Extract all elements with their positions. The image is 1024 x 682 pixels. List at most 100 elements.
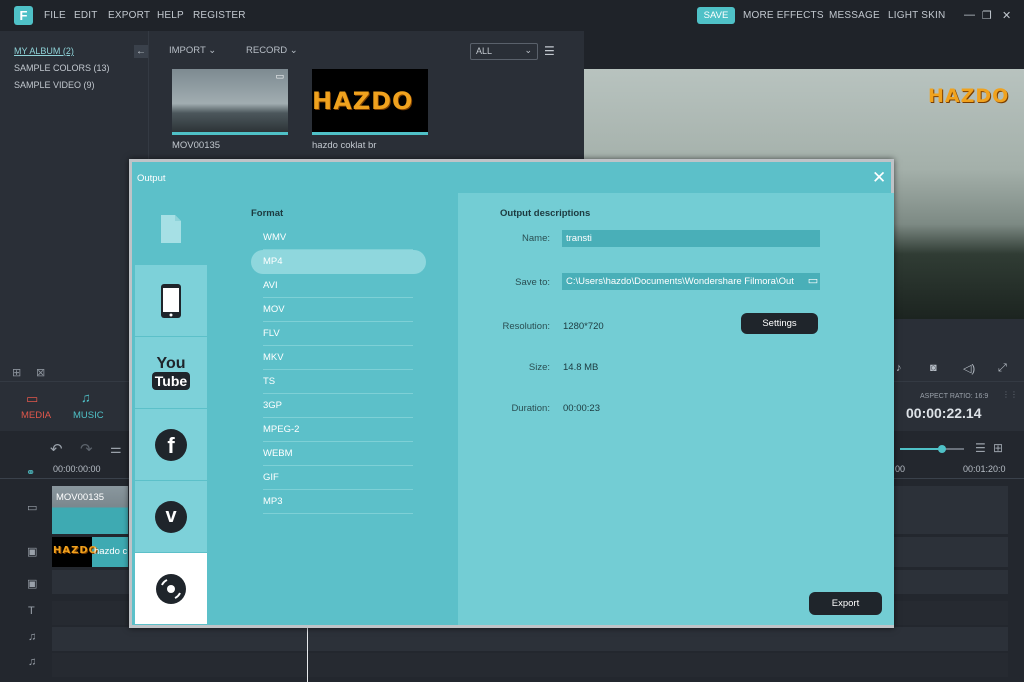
album-my-album[interactable]: MY ALBUM (2) (14, 46, 74, 56)
light-skin-link[interactable]: LIGHT SKIN (888, 10, 945, 21)
menu-edit[interactable]: EDIT (74, 10, 98, 21)
filter-select[interactable]: ALL ⌄ (470, 43, 538, 60)
fullscreen-icon[interactable]: ⤢ (998, 362, 1007, 375)
name-label: Name: (522, 233, 550, 244)
format-option-3gp[interactable]: 3GP (263, 394, 413, 418)
adjust-icon[interactable]: ⚌ (110, 441, 122, 457)
grid-view-icon[interactable]: ⊞ (993, 441, 1003, 455)
list-view-icon[interactable]: ☰ (544, 44, 555, 58)
app-logo: F (14, 6, 33, 25)
output-dialog: Output ✕ You Tube f v Format WMV MP4 AVI… (129, 159, 894, 628)
format-option-mp4[interactable]: MP4 (251, 250, 426, 274)
format-title: Format (251, 208, 284, 219)
format-option-mpeg2[interactable]: MPEG-2 (263, 418, 413, 442)
image-track-icon: ▣ (27, 546, 38, 558)
album-sample-colors[interactable]: SAMPLE COLORS (13) (14, 63, 110, 73)
media-thumb-hazdo[interactable]: HAZDO (312, 69, 428, 135)
zoom-slider-handle[interactable] (938, 445, 946, 453)
nav-facebook[interactable]: f (135, 409, 207, 480)
media-label: MOV00135 (172, 140, 221, 151)
video-track-icon: ▭ (27, 502, 38, 514)
text-track-icon: T (28, 605, 35, 617)
import-button[interactable]: IMPORT ⌄ (169, 45, 216, 56)
drag-handle-icon[interactable]: ⋮⋮ (1002, 391, 1018, 399)
format-option-mov[interactable]: MOV (263, 298, 413, 322)
preview-time: 00:00:22.14 (906, 405, 982, 421)
tab-media[interactable]: MEDIA (21, 410, 51, 421)
timeline-clip-image[interactable]: HAZDO hazdo c (52, 537, 128, 567)
import-label: IMPORT (169, 45, 206, 56)
youtube-icon: You (156, 354, 186, 372)
duration-label: Duration: (511, 403, 550, 414)
nav-vimeo[interactable]: v (135, 481, 207, 552)
list-view-icon[interactable]: ☰ (975, 441, 986, 455)
youtube-icon: Tube (151, 371, 191, 390)
undo-icon[interactable]: ↶ (50, 440, 63, 458)
close-icon[interactable]: ✕ (872, 168, 886, 188)
music-track-1 (52, 627, 1008, 651)
nav-dvd[interactable] (135, 553, 207, 624)
clip-logo: HAZDO (53, 545, 99, 556)
preview-header (584, 31, 1024, 69)
ruler-start: 00:00:00:00 (53, 464, 101, 474)
menu-register[interactable]: REGISTER (193, 10, 246, 21)
format-option-flv[interactable]: FLV (263, 322, 413, 346)
image-track-icon: ▣ (27, 578, 38, 590)
hazdo-logo: HAZDO (312, 87, 414, 115)
nav-youtube[interactable]: You Tube (135, 337, 207, 408)
settings-button[interactable]: Settings (741, 313, 818, 334)
format-option-gif[interactable]: GIF (263, 466, 413, 490)
media-label: hazdo coklat br (312, 140, 377, 151)
menu-help[interactable]: HELP (157, 10, 184, 21)
name-input[interactable]: transti (562, 230, 820, 247)
clip-label: MOV00135 (56, 492, 105, 503)
format-option-avi[interactable]: AVI (263, 274, 413, 298)
remove-folder-icon[interactable]: ⊠ (36, 366, 45, 379)
record-label: RECORD (246, 45, 288, 56)
collapse-arrow-icon[interactable]: ← (134, 45, 148, 58)
album-sample-video[interactable]: SAMPLE VIDEO (9) (14, 80, 95, 90)
message-link[interactable]: MESSAGE (829, 10, 880, 21)
resolution-label: Resolution: (502, 321, 550, 332)
filter-value: ALL (476, 46, 493, 56)
zoom-slider-fill (900, 448, 942, 450)
media-thumb-mov00135[interactable]: ▭ (172, 69, 288, 135)
save-button[interactable]: SAVE (697, 7, 735, 24)
microphone-icon[interactable]: ♪ (896, 362, 902, 374)
format-option-mp3[interactable]: MP3 (263, 490, 413, 514)
volume-icon[interactable]: ◁) (963, 362, 975, 375)
export-button[interactable]: Export (809, 592, 882, 615)
format-option-ts[interactable]: TS (263, 370, 413, 394)
size-value: 14.8 MB (563, 362, 599, 373)
more-effects-link[interactable]: MORE EFFECTS (743, 10, 824, 21)
ruler-end: 00:01:20:0 (963, 464, 1006, 474)
clip-label: hazdo c (94, 546, 128, 557)
menu-file[interactable]: FILE (44, 10, 66, 21)
timeline-clip-video[interactable]: MOV00135 (52, 486, 128, 534)
folder-icon[interactable]: ▭ (806, 273, 820, 290)
output-target-sidebar: You Tube f v (135, 193, 207, 625)
camera-icon[interactable]: ◙ (930, 362, 937, 374)
nav-local-file[interactable] (135, 193, 207, 264)
add-folder-icon[interactable]: ⊞ (12, 366, 21, 379)
minimize-icon[interactable]: — (964, 9, 975, 21)
menu-export[interactable]: EXPORT (108, 10, 150, 21)
vimeo-icon: v (155, 500, 187, 533)
phone-icon (161, 283, 181, 318)
music-track-2 (52, 653, 1008, 677)
redo-icon[interactable]: ↷ (80, 440, 93, 458)
description-title: Output descriptions (500, 208, 591, 219)
saveto-input[interactable]: C:\Users\hazdo\Documents\Wondershare Fil… (562, 273, 806, 290)
maximize-icon[interactable]: ❐ (982, 9, 992, 22)
format-option-webm[interactable]: WEBM (263, 442, 413, 466)
record-button[interactable]: RECORD ⌄ (246, 45, 298, 56)
aspect-ratio-label: ASPECT RATIO: 16:9 (920, 393, 989, 400)
close-icon[interactable]: ✕ (1002, 9, 1011, 22)
nav-device[interactable] (135, 265, 207, 336)
tab-music[interactable]: MUSIC (73, 410, 104, 421)
disc-icon (156, 573, 186, 604)
ruler-mid: 00 (895, 464, 906, 474)
folder-icon: ▭ (26, 391, 39, 406)
format-option-mkv[interactable]: MKV (263, 346, 413, 370)
format-option-wmv[interactable]: WMV (263, 226, 413, 250)
